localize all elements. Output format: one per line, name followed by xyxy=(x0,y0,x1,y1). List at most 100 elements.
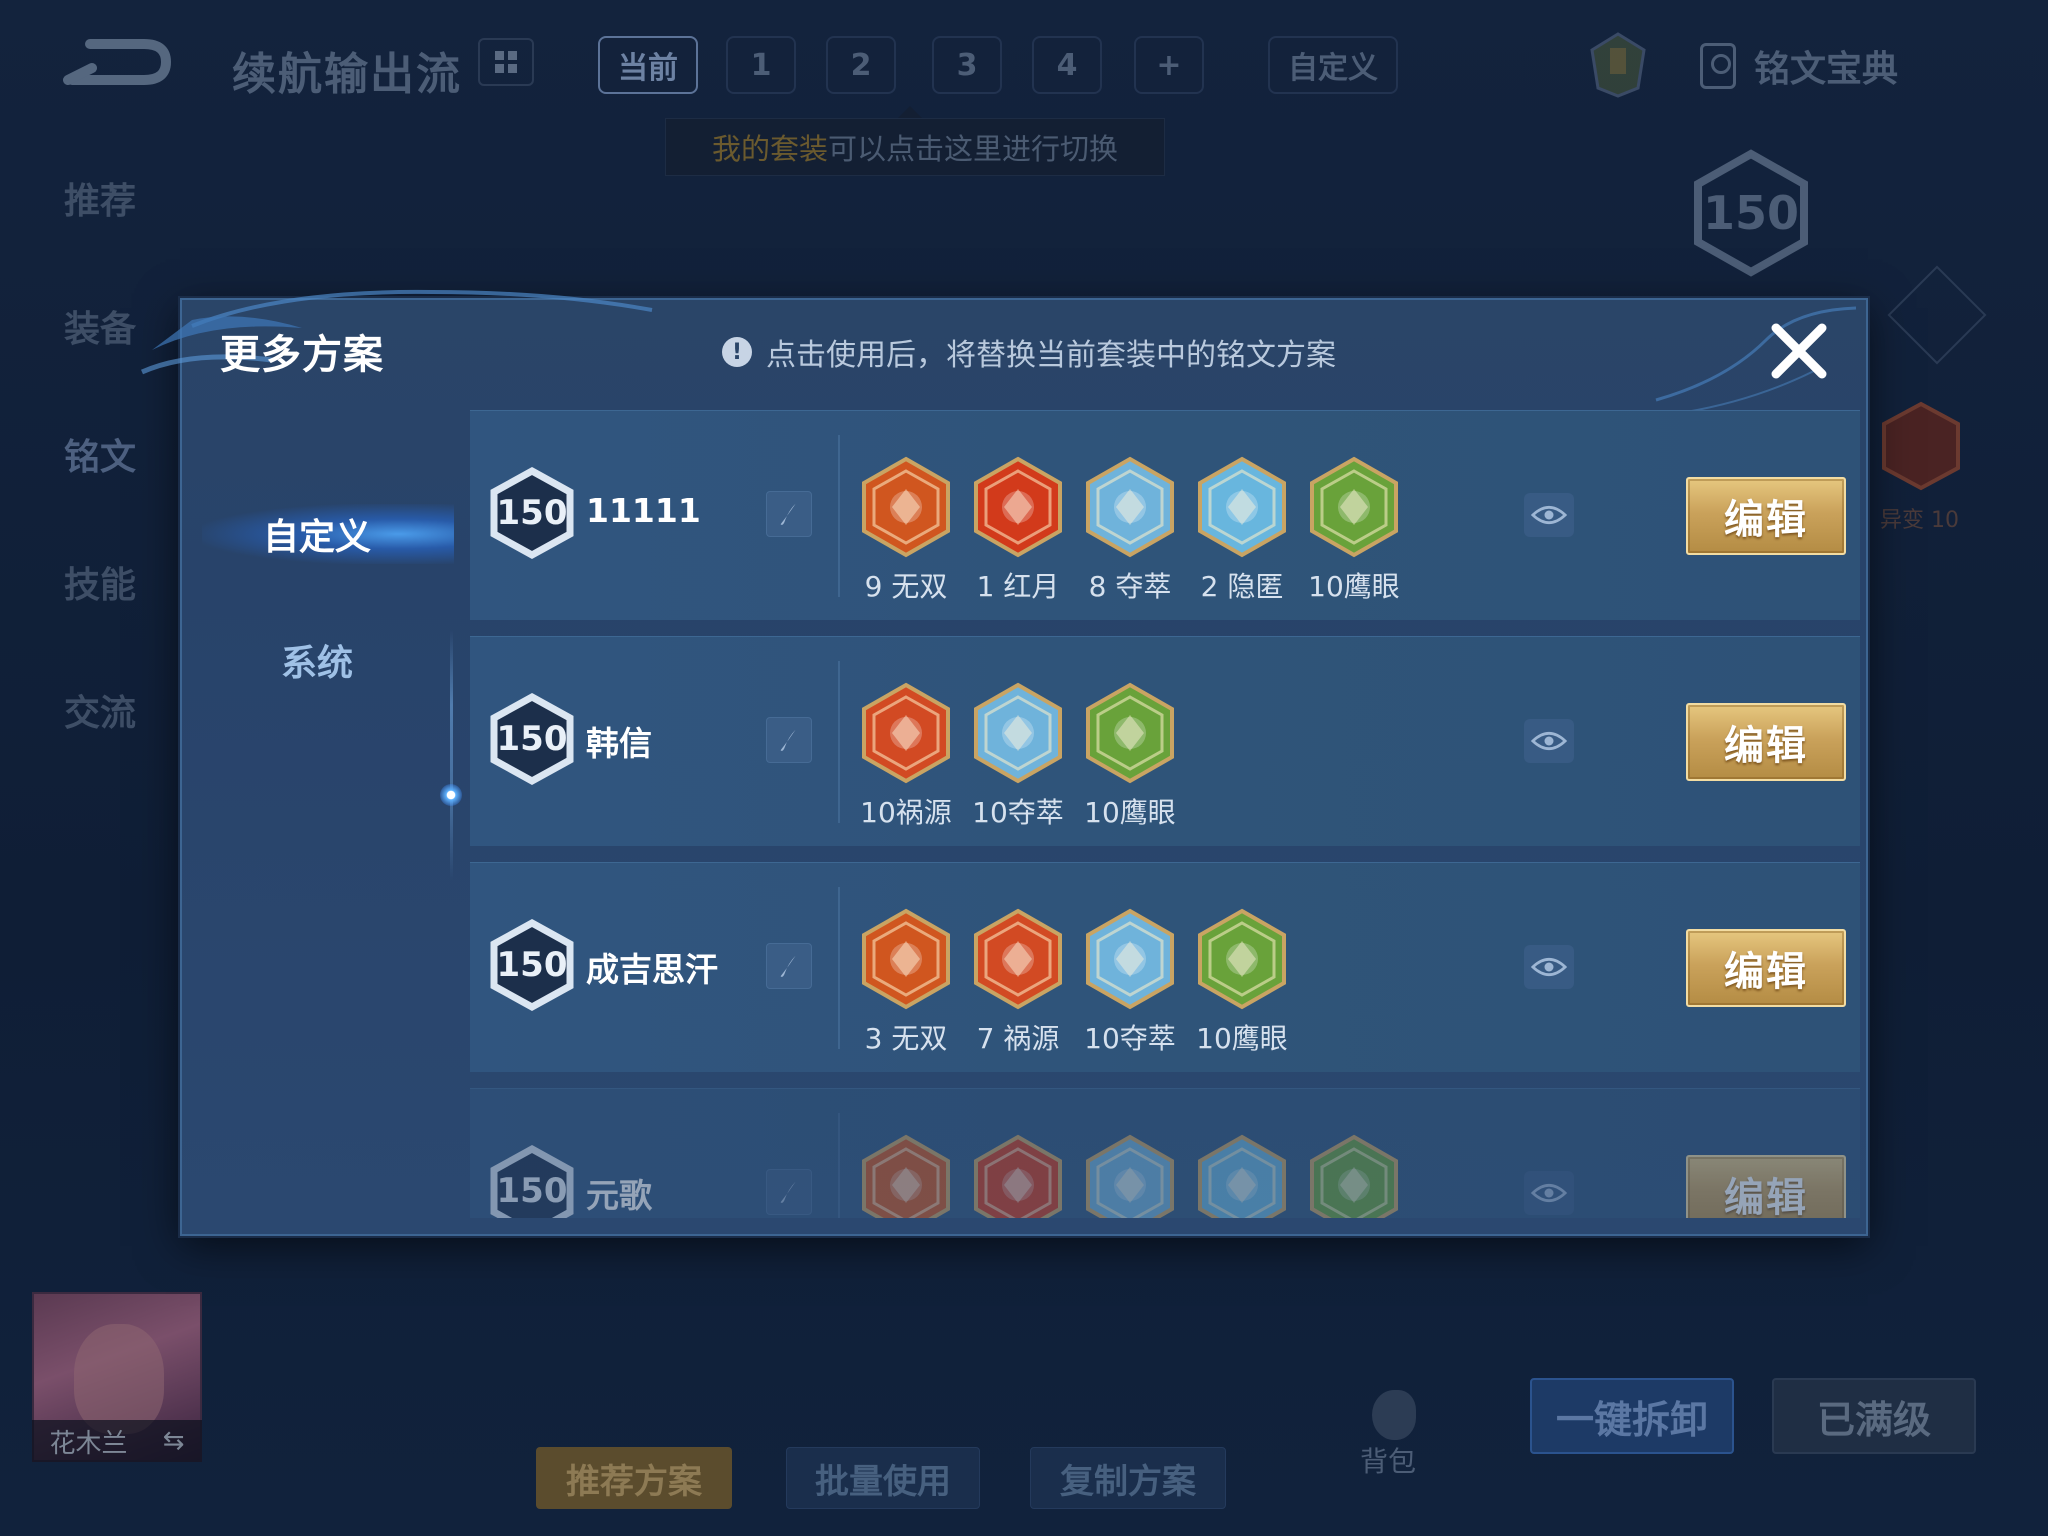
eye-icon xyxy=(1531,506,1567,524)
preview-button[interactable] xyxy=(1524,719,1574,763)
rune-gem-icon xyxy=(862,682,950,784)
rune-item xyxy=(1298,1133,1410,1218)
row-divider xyxy=(838,887,840,1049)
rune-item: 8 夺萃 xyxy=(1074,455,1186,605)
rune-label: 7 祸源 xyxy=(976,1022,1060,1055)
rune-gem-icon xyxy=(862,456,950,558)
pen-icon xyxy=(780,1181,796,1203)
grid-menu-button[interactable] xyxy=(478,38,534,86)
rune-gem-icon xyxy=(1310,456,1398,558)
set-switch-tip: 我的套装 可以点击这里进行切换 xyxy=(665,118,1165,176)
rune-item: 3 无双 xyxy=(850,907,962,1057)
back-arrow-icon[interactable] xyxy=(62,36,172,88)
batch-use-button[interactable]: 批量使用 xyxy=(786,1447,980,1509)
rename-button[interactable] xyxy=(766,491,812,537)
level-badge: 150 xyxy=(488,1143,576,1218)
close-icon[interactable] xyxy=(1762,314,1836,388)
rune-gem-icon xyxy=(862,908,950,1010)
rune-gem-icon xyxy=(1086,456,1174,558)
rename-button[interactable] xyxy=(766,717,812,763)
tab-system[interactable]: 系统 xyxy=(182,624,452,696)
plan-list[interactable]: 150 11111 9 无双 1 红月 8 夺萃 2 隐匿 10鹰眼 编辑 150 韩信 10祸源 1… xyxy=(470,410,1860,1218)
plan-name: 元歌 xyxy=(586,1176,652,1215)
task-card-icon[interactable] xyxy=(1588,30,1648,100)
rune-item: 10祸源 xyxy=(850,681,962,831)
pen-icon xyxy=(780,729,796,751)
rune-item: 1 红月 xyxy=(962,455,1074,605)
preview-button[interactable] xyxy=(1524,493,1574,537)
bag-button[interactable]: 背包 xyxy=(1360,1390,1430,1480)
plan-name: 韩信 xyxy=(586,724,652,763)
rune-gem-icon xyxy=(1086,682,1174,784)
rune-label: 10鹰眼 xyxy=(1084,796,1176,829)
pen-icon xyxy=(780,503,796,525)
category-indicator xyxy=(440,784,462,806)
rune-label: 10夺萃 xyxy=(972,796,1064,829)
mutation-rune-icon xyxy=(1882,401,1960,491)
rune-item: 7 祸源 xyxy=(962,907,1074,1057)
maxed-button[interactable]: 已满级 xyxy=(1772,1378,1976,1454)
rune-label: 10祸源 xyxy=(860,796,952,829)
more-plans-dialog: 更多方案 ! 点击使用后，将替换当前套装中的铭文方案 自定义 系统 150 111… xyxy=(140,289,1868,1236)
rune-item: 10鹰眼 xyxy=(1074,681,1186,831)
hero-name-bar[interactable]: 花木兰 ⇆ xyxy=(32,1420,202,1462)
recommend-plan-button[interactable]: 推荐方案 xyxy=(536,1447,732,1509)
sidebar-item-runes[interactable]: 铭文 xyxy=(64,428,136,480)
set-tab-3[interactable]: 3 xyxy=(932,36,1002,94)
edit-button[interactable]: 编辑 xyxy=(1686,929,1846,1007)
dialog-hint: ! 点击使用后，将替换当前套装中的铭文方案 xyxy=(722,330,1336,374)
level-badge: 150 xyxy=(488,691,576,787)
rune-list: 3 无双 7 祸源 10夺萃 10鹰眼 xyxy=(850,907,1298,1057)
sidebar-item-skills[interactable]: 技能 xyxy=(64,556,136,608)
rune-gem-icon xyxy=(1310,1134,1398,1218)
edit-button[interactable]: 编辑 xyxy=(1686,1155,1846,1218)
rename-button[interactable] xyxy=(766,943,812,989)
info-icon: ! xyxy=(722,337,752,367)
custom-set-tab[interactable]: 自定义 xyxy=(1268,36,1398,94)
set-tab-1[interactable]: 1 xyxy=(726,36,796,94)
plan-row[interactable]: 150 成吉思汗 3 无双 7 祸源 10夺萃 10鹰眼 编辑 xyxy=(470,862,1860,1072)
rename-button[interactable] xyxy=(766,1169,812,1215)
rune-list: 10祸源 10夺萃 10鹰眼 xyxy=(850,681,1186,831)
set-tab-current[interactable]: 当前 xyxy=(598,36,698,94)
edit-button[interactable]: 编辑 xyxy=(1686,703,1846,781)
rune-library-button[interactable]: 铭文宝典 xyxy=(1700,40,1898,92)
preview-button[interactable] xyxy=(1524,945,1574,989)
sidebar-item-equipment[interactable]: 装备 xyxy=(64,300,136,352)
plan-row[interactable]: 150 韩信 10祸源 10夺萃 10鹰眼 编辑 xyxy=(470,636,1860,846)
plan-name: 成吉思汗 xyxy=(586,950,718,989)
rune-gem-icon xyxy=(974,1134,1062,1218)
sidebar-item-community[interactable]: 交流 xyxy=(64,684,136,736)
eye-icon xyxy=(1531,958,1567,976)
edit-button[interactable]: 编辑 xyxy=(1686,477,1846,555)
tab-custom[interactable]: 自定义 xyxy=(182,498,454,570)
set-tab-2[interactable]: 2 xyxy=(826,36,896,94)
preview-button[interactable] xyxy=(1524,1171,1574,1215)
unload-all-button[interactable]: 一键拆卸 xyxy=(1530,1378,1734,1454)
list-toggle-button[interactable] xyxy=(1887,265,1987,365)
rune-label: 8 夺萃 xyxy=(1088,570,1172,603)
copy-plan-button[interactable]: 复制方案 xyxy=(1030,1447,1226,1509)
rune-item: 2 隐匿 xyxy=(1186,455,1298,605)
sidebar-item-recommend[interactable]: 推荐 xyxy=(64,172,136,224)
rune-gem-icon xyxy=(1198,456,1286,558)
pen-icon xyxy=(780,955,796,977)
rune-item xyxy=(1186,1133,1298,1218)
rune-gem-icon xyxy=(1086,1134,1174,1218)
rune-item xyxy=(962,1133,1074,1218)
rune-list xyxy=(850,1133,1410,1218)
mutation-rune-label: 异变 10 xyxy=(1880,508,1959,533)
rune-item: 10鹰眼 xyxy=(1298,455,1410,605)
set-tab-4[interactable]: 4 xyxy=(1032,36,1102,94)
row-divider xyxy=(838,1113,840,1218)
rune-item: 10夺萃 xyxy=(1074,907,1186,1057)
category-panel: 自定义 系统 xyxy=(182,412,454,1212)
rune-label: 3 无双 xyxy=(864,1022,948,1055)
dialog-title: 更多方案 xyxy=(220,332,384,378)
level-badge: 150 xyxy=(488,465,576,561)
add-set-button[interactable]: + xyxy=(1134,36,1204,94)
plan-row[interactable]: 150 元歌 编辑 xyxy=(470,1088,1860,1218)
rune-list: 9 无双 1 红月 8 夺萃 2 隐匿 10鹰眼 xyxy=(850,455,1410,605)
category-divider xyxy=(450,630,453,880)
plan-row[interactable]: 150 11111 9 无双 1 红月 8 夺萃 2 隐匿 10鹰眼 编辑 xyxy=(470,410,1860,620)
